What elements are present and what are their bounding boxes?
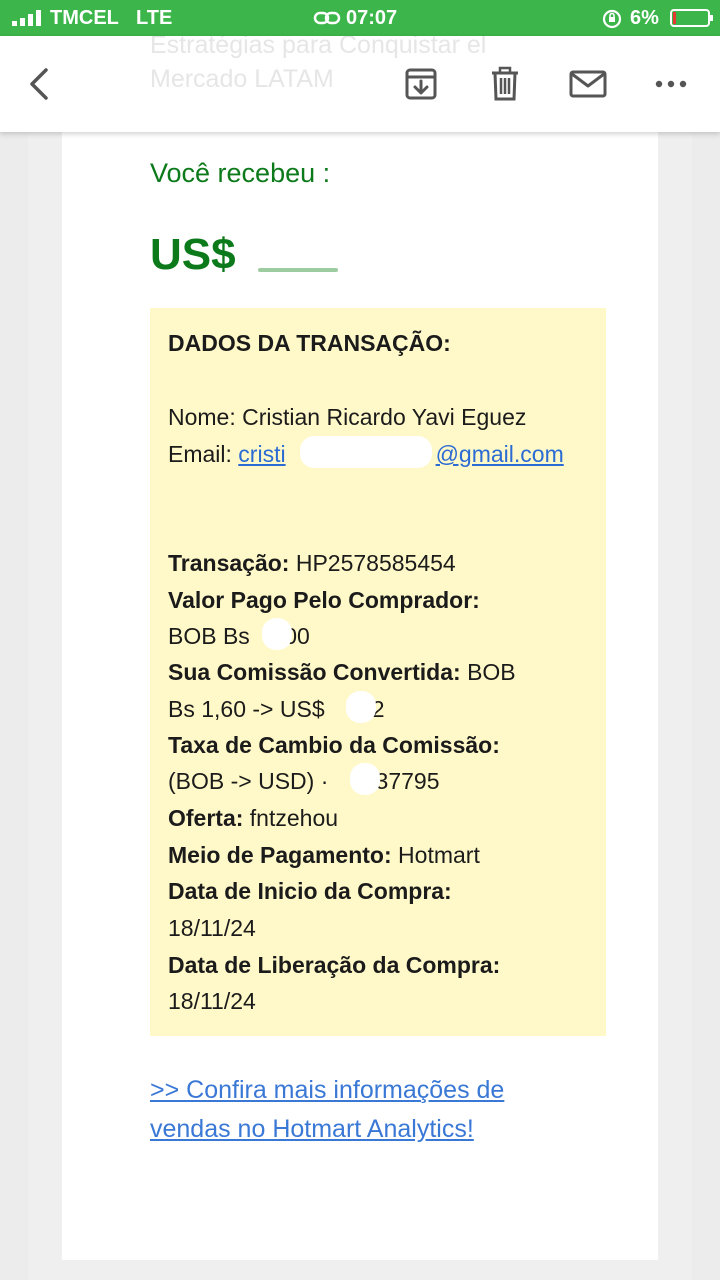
commission-value-a: BOB bbox=[467, 659, 516, 685]
mail-icon[interactable] bbox=[568, 64, 608, 104]
amount-redaction-trace bbox=[258, 268, 338, 272]
transaction-value: HP2578585454 bbox=[295, 550, 456, 576]
email-redaction bbox=[300, 436, 432, 468]
status-bar: TMCEL LTE 07:07 6% bbox=[0, 0, 720, 36]
offer-row: Oferta: fntzehou bbox=[168, 805, 338, 832]
buyer-name-row: Nome: Cristian Ricardo Yavi Eguez bbox=[168, 404, 526, 431]
commission-redaction bbox=[346, 691, 376, 723]
email-toolbar: Estratégias para Conquistar el Mercado L… bbox=[0, 36, 720, 132]
paid-label-text: Valor Pago Pelo Comprador: bbox=[168, 587, 480, 613]
offer-label: Oferta: bbox=[168, 805, 244, 831]
more-icon[interactable] bbox=[651, 64, 691, 104]
rate-redaction bbox=[350, 763, 380, 795]
rate-label-row: Taxa de Cambio da Comissão: bbox=[168, 732, 500, 759]
clock-time: 07:07 bbox=[346, 7, 398, 29]
network-type: LTE bbox=[136, 7, 173, 29]
received-label: Você recebeu : bbox=[150, 158, 331, 188]
email-subject-line-1: Estratégias para Conquistar el bbox=[150, 36, 487, 59]
battery-icon bbox=[670, 9, 713, 27]
email-label: Email: bbox=[168, 441, 232, 467]
archive-icon[interactable] bbox=[401, 64, 441, 104]
amount-currency: US$ bbox=[150, 230, 236, 279]
start-date-label-row: Data de Inicio da Compra: bbox=[168, 878, 452, 905]
rate-value-start: (BOB -> USD) · bbox=[168, 768, 329, 794]
release-date-label: Data de Liberação da Compra: bbox=[168, 952, 501, 978]
email-end: @gmail.com bbox=[435, 441, 564, 467]
carrier-name: TMCEL bbox=[50, 7, 119, 29]
start-date-value: 18/11/24 bbox=[168, 915, 256, 941]
offer-value: fntzehou bbox=[249, 805, 339, 831]
name-value: Cristian Ricardo Yavi Eguez bbox=[242, 404, 527, 430]
delete-icon[interactable] bbox=[485, 64, 525, 104]
paid-value-label: Valor Pago Pelo Comprador: bbox=[168, 587, 480, 614]
commission-label: Sua Comissão Convertida: bbox=[168, 659, 461, 685]
transaction-id-row: Transação: HP2578585454 bbox=[168, 550, 456, 577]
release-date-label-row: Data de Liberação da Compra: bbox=[168, 952, 500, 979]
email-start: cristi bbox=[238, 441, 286, 467]
battery-percent: 6% bbox=[630, 7, 659, 29]
commission-value-b: Bs 1,60 -> US$ bbox=[168, 696, 325, 722]
rate-label: Taxa de Cambio da Comissão: bbox=[168, 732, 500, 758]
release-date-value: 18/11/24 bbox=[168, 988, 256, 1014]
paid-redaction bbox=[262, 618, 292, 650]
analytics-link-line-2[interactable]: vendas no Hotmart Analytics! bbox=[150, 1115, 474, 1144]
transaction-heading: DADOS DA TRANSAÇÃO: bbox=[168, 330, 451, 356]
received-amount: US$ bbox=[150, 230, 236, 280]
rate-value-row: (BOB -> USD) · ,137795 bbox=[168, 768, 440, 795]
payment-label: Meio de Pagamento: bbox=[168, 842, 392, 868]
payment-row: Meio de Pagamento: Hotmart bbox=[168, 842, 480, 869]
name-label: Nome: bbox=[168, 404, 236, 430]
rotation-lock-icon bbox=[602, 9, 622, 29]
link-icon bbox=[313, 11, 341, 25]
signal-icon bbox=[12, 10, 41, 26]
paid-value-start: BOB Bs bbox=[168, 623, 250, 649]
commission-row: Sua Comissão Convertida: BOB bbox=[168, 659, 516, 686]
payment-value: Hotmart bbox=[398, 842, 480, 868]
back-icon[interactable] bbox=[20, 64, 60, 104]
start-date-label: Data de Inicio da Compra: bbox=[168, 878, 452, 904]
analytics-link-line-1[interactable]: >> Confira mais informações de bbox=[150, 1076, 504, 1105]
transaction-label: Transação: bbox=[168, 550, 290, 576]
